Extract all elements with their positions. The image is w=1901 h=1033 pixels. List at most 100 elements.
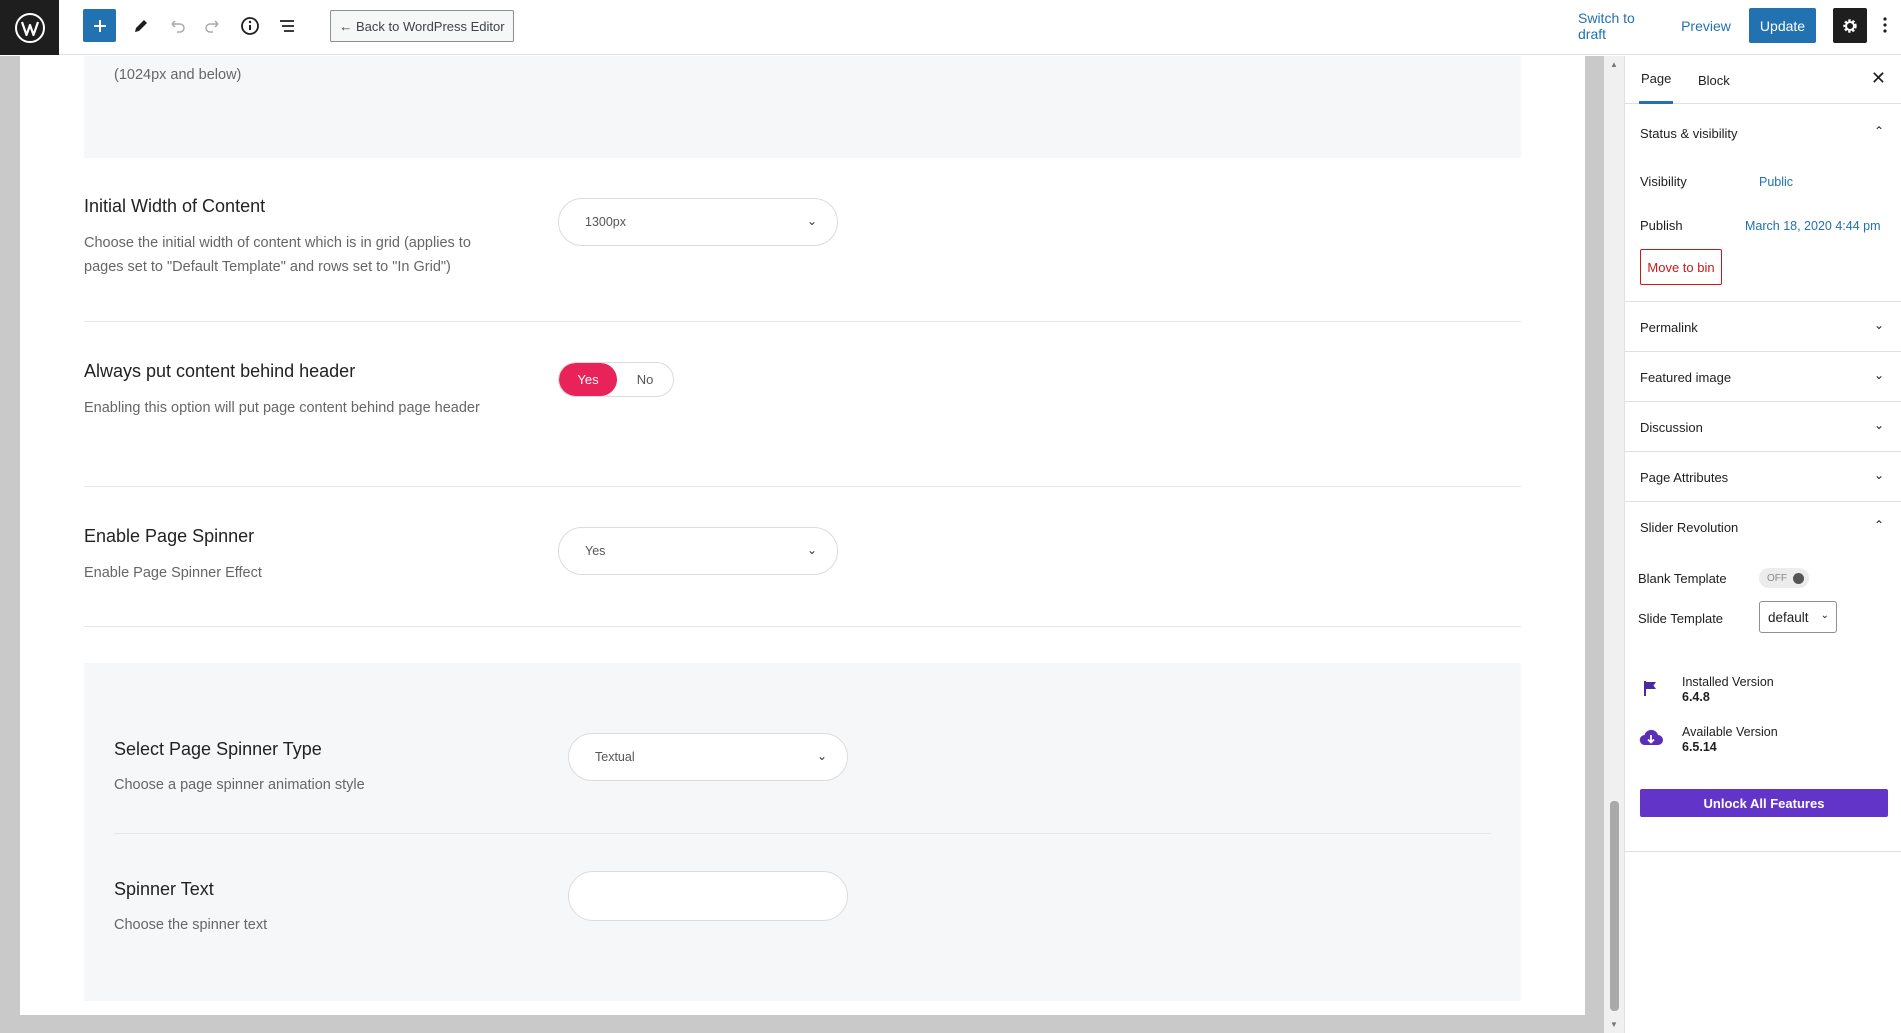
available-version-value: 6.5.14 [1682,740,1717,754]
chevron-up-icon[interactable]: ⌃ [1874,124,1884,138]
option-desc-content-behind-header: Enabling this option will put page conte… [84,400,480,416]
panel-title-slider-revolution[interactable]: Slider Revolution [1640,520,1738,535]
back-to-editor-button[interactable]: ← Back to WordPress Editor [330,10,514,42]
available-version-label: Available Version [1682,725,1778,739]
option-desc-spinner-type: Choose a page spinner animation style [114,777,365,793]
scroll-down-arrow-icon[interactable]: ▼ [1610,1020,1618,1029]
pencil-icon [135,20,147,32]
flag-icon [1644,681,1656,696]
option-desc-content-width: Choose the initial width of content whic… [84,235,471,275]
blank-template-state: OFF [1767,572,1787,584]
update-button[interactable]: Update [1749,8,1816,43]
installed-version-value: 6.4.8 [1682,690,1710,704]
toggle-yes-option[interactable]: Yes [559,363,617,396]
add-block-button[interactable] [83,9,116,42]
breakpoint-note: (1024px and below) [114,67,242,83]
blank-template-toggle[interactable]: OFF [1759,568,1809,588]
wordpress-logo-icon[interactable] [0,0,59,55]
page-spinner-select[interactable]: Yes ⌄ [558,527,838,575]
settings-button[interactable] [1833,8,1867,43]
featured-image-panel[interactable]: Featured image ⌄ [1625,352,1901,402]
editor-canvas: (1024px and below) Initial Width of Cont… [20,56,1585,1015]
chevron-down-icon: ⌄ [806,543,817,557]
divider [84,486,1521,487]
redo-icon [205,20,219,33]
tab-block[interactable]: Block [1698,56,1730,104]
toggle-no-option[interactable]: No [617,363,673,396]
spinner-text-input[interactable] [568,871,848,921]
permalink-panel[interactable]: Permalink ⌄ [1625,302,1901,352]
info-icon [241,17,259,35]
chevron-down-icon: ⌄ [1820,610,1829,621]
publish-label: Publish [1640,218,1683,233]
option-title-spinner-type: Select Page Spinner Type [114,739,322,759]
unlock-all-features-button[interactable]: Unlock All Features [1640,789,1888,817]
divider [114,833,1491,834]
chevron-down-icon[interactable]: ⌄ [1874,418,1884,432]
responsive-options-section: (1024px and below) [84,56,1521,158]
slide-template-value: default [1768,609,1809,625]
option-desc-page-spinner: Enable Page Spinner Effect [84,565,262,581]
spinner-type-value: Textual [595,750,635,764]
content-behind-header-toggle[interactable]: Yes No [558,362,674,397]
blank-template-label: Blank Template [1638,571,1727,586]
tab-page[interactable]: Page [1639,56,1674,104]
panel-title-page-attributes[interactable]: Page Attributes [1640,470,1728,485]
page-attributes-panel[interactable]: Page Attributes ⌄ [1625,452,1901,502]
vertical-ellipsis-icon [1883,17,1887,33]
panel-title-discussion[interactable]: Discussion [1640,420,1703,435]
undo-button[interactable] [162,9,192,43]
undo-icon [171,20,185,33]
move-to-bin-button[interactable]: Move to bin [1640,249,1722,285]
settings-sidebar: Page Block ✕ Status & visibility ⌃ Visib… [1624,56,1901,1033]
editor-toolbar: ← Back to WordPress Editor Switch to dra… [0,0,1901,55]
panel-title-status[interactable]: Status & visibility [1640,126,1738,141]
option-title-content-behind-header: Always put content behind header [84,361,356,381]
option-desc-spinner-text: Choose the spinner text [114,917,268,933]
panel-title-featured-image[interactable]: Featured image [1640,370,1731,385]
editor-scrollbar[interactable]: ▲ ▼ [1604,56,1624,1033]
visibility-value-link[interactable]: Public [1759,175,1793,189]
switch-to-draft-button[interactable]: Switch to draft [1578,9,1665,43]
list-view-icon [280,20,294,32]
divider [84,626,1521,627]
plus-icon [93,19,106,32]
divider [84,321,1521,322]
toggle-knob [1793,573,1804,584]
chevron-down-icon[interactable]: ⌄ [1874,368,1884,382]
publish-date-link[interactable]: March 18, 2020 4:44 pm [1745,219,1881,233]
editor-canvas-area: (1024px and below) Initial Width of Cont… [0,56,1624,1033]
details-button[interactable] [235,9,265,43]
tools-button[interactable] [126,9,156,43]
panel-title-permalink[interactable]: Permalink [1640,320,1698,335]
visibility-label: Visibility [1640,174,1687,189]
chevron-down-icon: ⌄ [816,749,827,763]
more-options-button[interactable] [1876,8,1894,42]
redo-button[interactable] [198,9,228,43]
gear-icon [1843,18,1857,33]
spinner-type-select[interactable]: Textual ⌄ [568,733,848,781]
page-spinner-value: Yes [585,544,606,558]
content-width-select[interactable]: 1300px ⌄ [558,198,838,246]
status-visibility-panel: Status & visibility ⌃ Visibility Public … [1625,104,1901,302]
chevron-down-icon[interactable]: ⌄ [1874,318,1884,332]
content-width-value: 1300px [585,215,627,229]
preview-button[interactable]: Preview [1681,9,1731,43]
list-view-button[interactable] [272,9,302,43]
chevron-up-icon[interactable]: ⌃ [1874,518,1884,532]
sidebar-tabs: Page Block ✕ [1625,56,1901,104]
scroll-up-arrow-icon[interactable]: ▲ [1610,60,1618,69]
cloud-download-icon [1639,729,1663,746]
option-title-content-width: Initial Width of Content [84,196,266,216]
spinner-options-section: Select Page Spinner Type Choose a page s… [84,663,1521,1001]
discussion-panel[interactable]: Discussion ⌄ [1625,402,1901,452]
scrollbar-thumb[interactable] [1610,801,1619,1011]
slide-template-label: Slide Template [1638,611,1724,626]
option-title-page-spinner: Enable Page Spinner [84,526,255,546]
slide-template-select[interactable]: default ⌄ [1759,601,1837,633]
installed-version-label: Installed Version [1682,675,1774,689]
chevron-down-icon[interactable]: ⌄ [1874,468,1884,482]
option-title-spinner-text: Spinner Text [114,879,214,899]
chevron-down-icon: ⌄ [806,214,817,228]
close-icon[interactable]: ✕ [1871,68,1886,89]
